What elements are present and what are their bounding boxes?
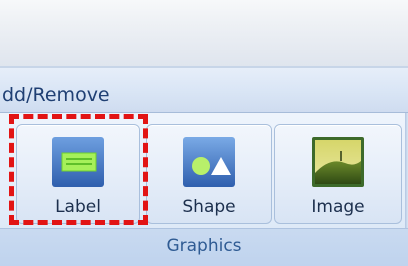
image-button-label: Image bbox=[311, 197, 365, 217]
shape-button-label: Shape bbox=[182, 197, 236, 217]
ribbon-top-strip bbox=[0, 0, 408, 66]
image-icon bbox=[310, 133, 366, 189]
add-remove-label: dd/Remove bbox=[2, 84, 110, 106]
group-caption: Graphics bbox=[166, 236, 242, 256]
image-button[interactable]: Image bbox=[274, 124, 402, 224]
add-remove-bar: dd/Remove bbox=[0, 68, 408, 113]
shape-icon bbox=[181, 133, 237, 189]
highlight-box bbox=[9, 114, 148, 225]
shape-button[interactable]: Shape bbox=[146, 124, 272, 224]
